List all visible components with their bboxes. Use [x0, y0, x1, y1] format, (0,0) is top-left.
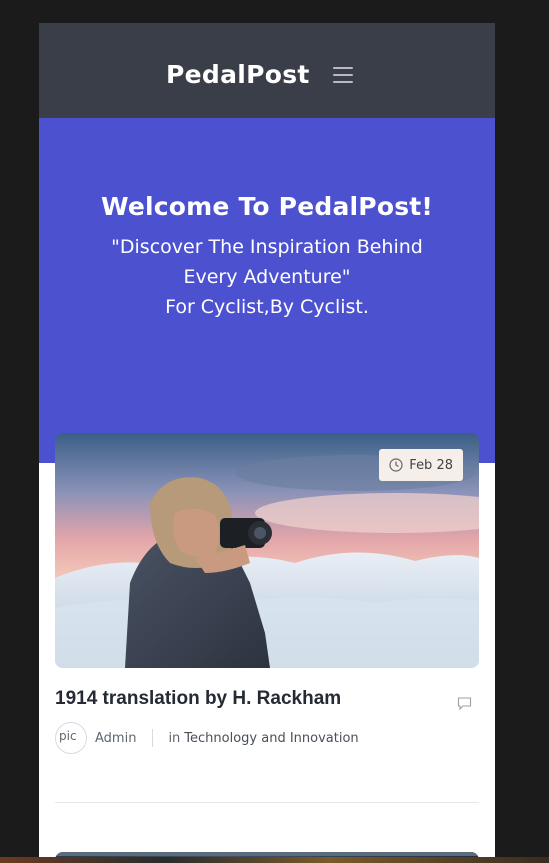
hamburger-icon[interactable]: [333, 67, 353, 83]
bottom-edge: [0, 857, 549, 863]
avatar: pic: [55, 722, 87, 754]
post-divider: [55, 802, 479, 803]
category-prefix: in: [168, 730, 181, 746]
hero-title: Welcome To PedalPost!: [100, 192, 434, 221]
navbar: PedalPost: [39, 23, 495, 118]
author-name[interactable]: Admin: [95, 731, 136, 746]
clock-icon: [389, 458, 403, 472]
post-card-image[interactable]: Feb 28: [55, 433, 479, 668]
brand-logo[interactable]: PedalPost: [166, 60, 310, 89]
page-frame: PedalPost Welcome To PedalPost! "Discove…: [39, 23, 495, 863]
avatar-alt-text: pic: [59, 729, 77, 743]
hero-quote: "Discover The Inspiration Behind Every A…: [111, 236, 423, 288]
meta-separator: [152, 729, 154, 747]
hero-subtitle: For Cyclist,By Cyclist.: [165, 296, 369, 318]
post-meta: pic Admin in Technology and Innovation: [55, 722, 359, 754]
category-link[interactable]: Technology and Innovation: [184, 731, 358, 746]
post-title[interactable]: 1914 translation by H. Rackham: [55, 688, 341, 710]
date-badge: Feb 28: [379, 449, 463, 481]
hero-section: Welcome To PedalPost! "Discover The Insp…: [39, 118, 495, 463]
comment-icon[interactable]: [457, 696, 472, 711]
post-date: Feb 28: [409, 457, 453, 473]
